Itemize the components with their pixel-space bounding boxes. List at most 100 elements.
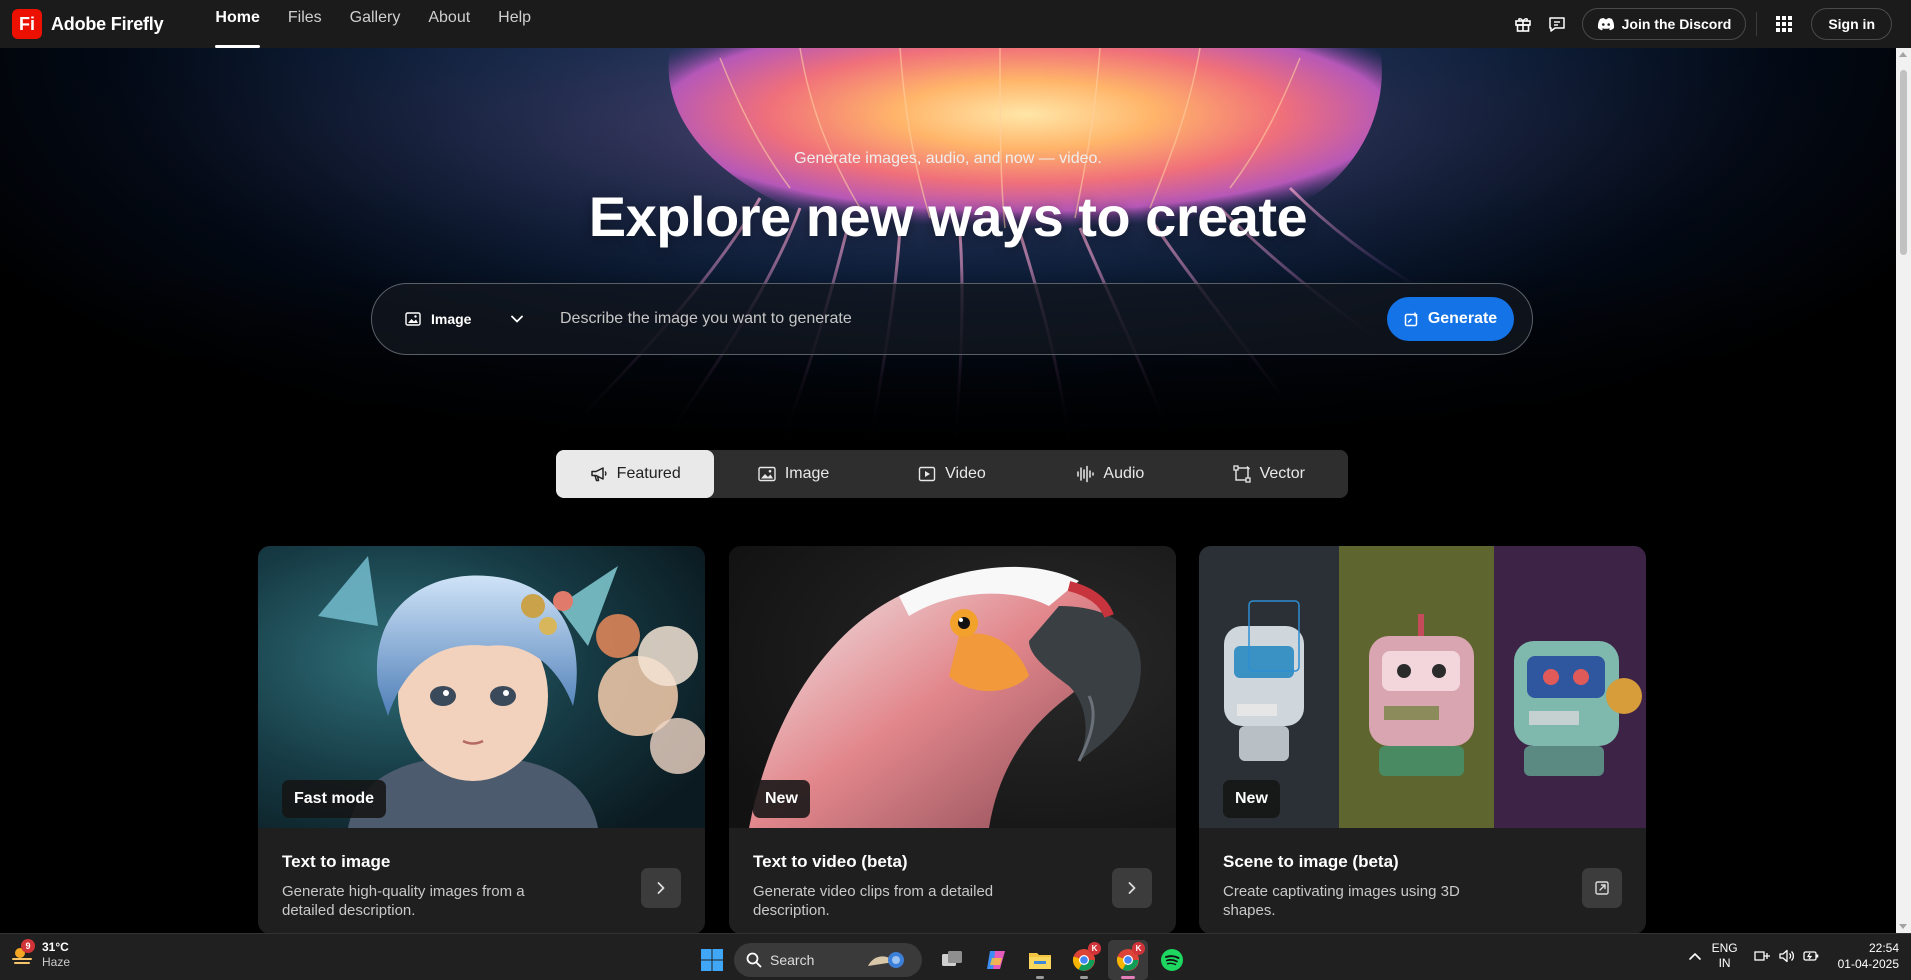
system-clock[interactable]: 22:54 01-04-2025 [1838,940,1899,972]
card-description: Generate high-quality images from a deta… [282,883,525,919]
scroll-up-arrow-icon[interactable] [1899,52,1907,57]
app-logo[interactable]: Fi Adobe Firefly [12,9,164,39]
sign-in-button[interactable]: Sign in [1811,8,1892,40]
app-switcher-button[interactable] [1767,7,1801,41]
copilot-icon [987,951,1005,969]
tab-featured-label: Featured [616,465,681,482]
nav-item-about[interactable]: About [414,0,484,48]
weather-condition: Haze [42,955,71,969]
page-scrollbar[interactable] [1896,48,1911,933]
card-badge: Fast mode [282,780,387,818]
nav-item-files[interactable]: Files [274,0,336,48]
taskbar-center: Search K K [694,940,1194,980]
firefly-home: Fi Adobe Firefly Home Files Gallery Abou… [0,0,1911,980]
app-name: Adobe Firefly [51,13,164,34]
tab-video[interactable]: Video [873,450,1031,498]
start-button[interactable] [694,942,730,978]
scroll-down-arrow-icon[interactable] [1899,924,1907,929]
generation-type-dropdown[interactable]: Image [405,311,535,327]
tab-featured[interactable]: Featured [556,450,715,498]
language-indicator[interactable]: ENG IN [1712,941,1738,971]
feature-card-scene-to-image[interactable]: New Scene to image (beta) Create captiva… [1199,546,1646,934]
card-image: New [729,546,1176,828]
prompt-bar: Image Generate [371,283,1533,355]
language-line2: IN [1718,956,1731,970]
card-title: Scene to image (beta) [1223,852,1399,871]
card-description: Generate video clips from a detailed des… [753,883,994,919]
card-open-button[interactable] [1582,868,1622,908]
audio-wave-icon [1077,465,1095,483]
hero-subtitle: Generate images, audio, and now — video. [794,150,1102,167]
feature-card-text-to-image[interactable]: Fast mode Text to image Generate high-qu… [258,546,705,934]
running-indicator [1080,976,1088,979]
haze-weather-icon: 9 [10,939,35,967]
spotify-icon [1161,949,1183,971]
language-line1: ENG [1711,941,1738,955]
card-image: New [1199,546,1646,828]
robot-pink [1369,614,1474,776]
generate-button[interactable]: Generate [1387,297,1514,341]
chevron-up-icon[interactable] [1688,951,1702,961]
chrome-button-2[interactable]: K [1108,940,1148,980]
chrome-button-1[interactable]: K [1064,940,1104,980]
active-indicator [1121,976,1135,979]
tab-vector[interactable]: Vector [1190,450,1348,498]
spotify-button[interactable] [1152,940,1192,980]
weather-notification-badge: 9 [21,939,35,953]
prompt-input[interactable] [560,299,1387,339]
tab-video-label: Video [945,465,986,482]
scroll-thumb[interactable] [1900,70,1907,255]
chrome-profile-badge: K [1088,942,1101,955]
chevron-right-icon [657,882,665,894]
card-badge: New [753,780,810,818]
battery-icon [1802,951,1818,961]
generate-icon [1404,311,1418,327]
card-description: Create captivating images using 3D shape… [1223,883,1460,919]
task-view-button[interactable] [932,940,972,980]
discord-icon [1597,18,1614,31]
firefly-logo-icon: Fi [12,9,42,39]
category-tabs: Featured Image Video Audio Vector [556,450,1348,498]
generate-label: Generate [1427,310,1498,327]
divider [1756,12,1758,36]
search-highlight-icon [868,952,904,968]
card-image: Fast mode [258,546,705,828]
task-view-icon [942,951,962,966]
tab-vector-label: Vector [1259,465,1305,482]
card-open-button[interactable] [641,868,681,908]
join-discord-button[interactable]: Join the Discord [1581,8,1747,40]
tab-audio[interactable]: Audio [1031,450,1189,498]
search-icon [746,952,762,968]
file-explorer-icon [1029,953,1051,969]
tab-image[interactable]: Image [714,450,872,498]
copilot-button[interactable] [976,940,1016,980]
image-icon [405,312,421,326]
tab-image-label: Image [784,465,830,482]
hero-banner: Generate images, audio, and now — video.… [0,48,1896,448]
quick-settings[interactable] [1753,948,1820,964]
vector-icon [1232,465,1251,483]
clock-time: 22:54 [1868,941,1899,955]
taskbar-search-label: Search [770,952,815,968]
card-title: Text to video (beta) [753,852,908,871]
gift-button[interactable] [1506,7,1540,41]
chrome-profile-badge: K [1132,942,1145,955]
taskbar-search-box[interactable]: Search [734,943,922,977]
weather-text: 31°C Haze [42,940,70,970]
file-explorer-button[interactable] [1020,940,1060,980]
nav-item-help[interactable]: Help [484,0,545,48]
card-title: Text to image [282,852,391,871]
weather-widget[interactable]: 9 31°C Haze [10,939,70,970]
running-indicator [1036,976,1044,979]
nav-item-gallery[interactable]: Gallery [336,0,415,48]
gift-icon [1514,18,1531,32]
clock-date: 01-04-2025 [1837,957,1899,971]
feedback-button[interactable] [1540,7,1574,41]
card-open-button[interactable] [1112,868,1152,908]
windows-start-icon [701,949,723,971]
nav-item-home[interactable]: Home [201,0,273,48]
chat-bubble-icon [1548,17,1565,32]
top-navigation-bar: Fi Adobe Firefly Home Files Gallery Abou… [0,0,1911,48]
generation-type-label: Image [431,311,472,327]
feature-card-text-to-video[interactable]: New Text to video (beta) Generate video … [729,546,1176,934]
